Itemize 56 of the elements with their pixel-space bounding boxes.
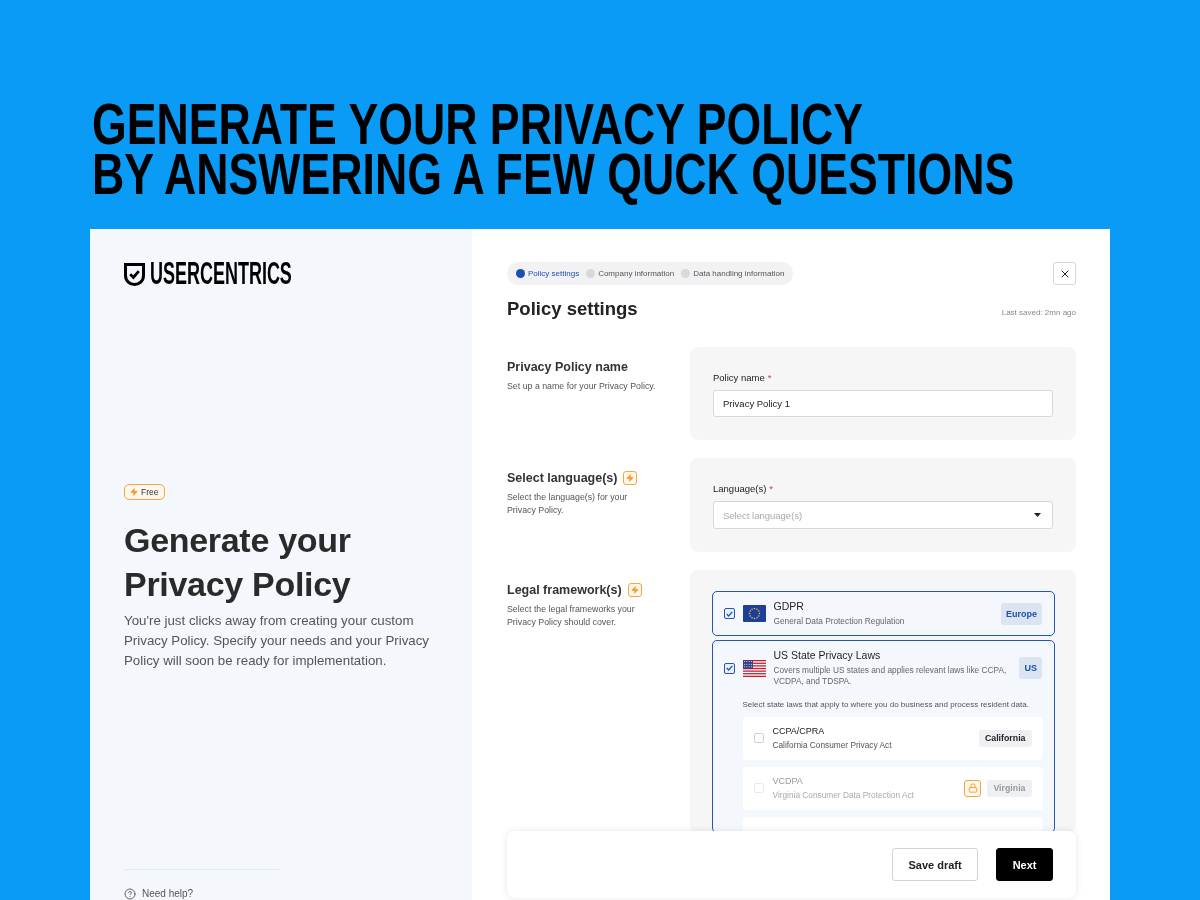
save-draft-button[interactable]: Save draft bbox=[891, 848, 979, 881]
framework-name: GDPR bbox=[773, 600, 805, 613]
law-name: CCPA/CPRA bbox=[772, 725, 826, 737]
close-button[interactable] bbox=[1053, 262, 1076, 285]
stepper-step[interactable]: Data handling information bbox=[681, 268, 785, 279]
logo-icon bbox=[124, 262, 145, 286]
plan-label: Free bbox=[141, 487, 159, 497]
step-dot-icon bbox=[516, 269, 525, 278]
law-name: VCDPA bbox=[772, 775, 804, 787]
zap-icon bbox=[130, 488, 138, 496]
required-asterisk: * bbox=[767, 371, 772, 384]
section-title: Select language(s) bbox=[507, 471, 618, 485]
stepper-step[interactable]: Policy settings bbox=[516, 268, 580, 279]
stepper-step[interactable]: Company information bbox=[586, 268, 675, 279]
page-title: Policy settings bbox=[507, 297, 638, 321]
last-saved-text: Last saved: 2mn ago bbox=[1001, 308, 1076, 317]
law-description: Virginia Consumer Data Protection Act bbox=[772, 790, 915, 801]
framework-option[interactable] bbox=[712, 640, 1055, 831]
hero-description: You're just clicks away from creating your custom Privacy Policy. Specify your needs and your Privacy Policy will soon be ready for implementation. bbox=[124, 612, 430, 670]
language-select[interactable]: Select language(s) bbox=[713, 501, 1053, 529]
region-tag: US bbox=[1019, 657, 1042, 679]
section-description: Set up a name for your Privacy Policy. bbox=[507, 380, 656, 393]
field-label: Language(s) bbox=[713, 482, 767, 495]
step-dot-icon bbox=[586, 269, 596, 278]
check-icon bbox=[725, 665, 733, 671]
caret-down-icon bbox=[1034, 513, 1041, 517]
help-link[interactable]: Need help? bbox=[124, 888, 194, 900]
region-tag: Europe bbox=[1001, 602, 1042, 625]
region-tag: California bbox=[978, 729, 1032, 747]
framework-description: General Data Protection Regulation bbox=[773, 616, 906, 627]
name-input[interactable]: Privacy Policy 1 bbox=[713, 390, 1053, 417]
checkbox[interactable] bbox=[723, 662, 735, 674]
law-description: California Consumer Privacy Act bbox=[772, 740, 893, 751]
help-icon bbox=[124, 888, 136, 900]
lock-icon bbox=[964, 779, 982, 797]
framework-description: Covers multiple US states and applies relevant laws like CCPA, VCDPA, and TDSPA. bbox=[773, 665, 1008, 687]
region-tag: Virginia bbox=[987, 779, 1032, 797]
hero-title: Generate your Privacy Policy bbox=[124, 520, 352, 605]
required-asterisk: * bbox=[769, 482, 774, 495]
flag-icon bbox=[742, 659, 766, 677]
section-description: Select the legal frameworks your Privacy Policy should cover. bbox=[507, 603, 636, 629]
section-title: Legal framework(s) bbox=[507, 583, 622, 597]
headline: GENERATE YOUR PRIVACY POLICY BY ANSWERING A FEW QUCK QUESTIONS bbox=[92, 96, 1015, 208]
logo-text: USERCENTRICS bbox=[150, 262, 292, 286]
checkbox[interactable] bbox=[723, 608, 735, 619]
flag-icon bbox=[742, 605, 766, 622]
section-description: Select the language(s) for your Privacy Policy. bbox=[507, 491, 629, 517]
state-law-option[interactable]: CCPA/CPRA California Consumer Privacy Act California bbox=[742, 716, 1043, 760]
check-icon bbox=[725, 610, 733, 617]
framework-option[interactable]: GDPR General Data Protection Regulation Europe bbox=[712, 591, 1055, 636]
step-dot-icon bbox=[681, 269, 691, 278]
section-title: Privacy Policy name bbox=[507, 360, 628, 374]
field-label: Policy name bbox=[713, 371, 765, 384]
state-laws-hint: Select state laws that apply to where you do business and process resident data. bbox=[742, 699, 1030, 710]
framework-name: US State Privacy Laws bbox=[773, 649, 882, 662]
next-button[interactable]: Next bbox=[996, 848, 1053, 881]
